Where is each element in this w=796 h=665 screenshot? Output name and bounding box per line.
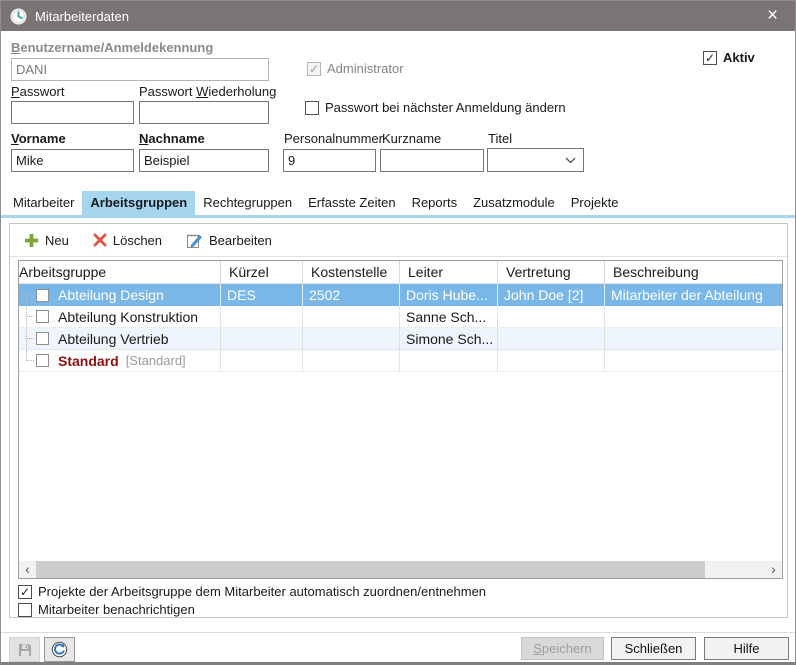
hilfe-button[interactable]: Hilfe [704,637,789,660]
tab-rechtegruppen[interactable]: Rechtegruppen [195,191,300,215]
tree-connector [19,350,34,371]
passwort-input[interactable] [11,101,134,124]
neu-button[interactable]: Neu [24,233,69,248]
scrollbar-thumb[interactable] [36,561,705,578]
tree-connector [19,328,34,349]
tab-arbeitsgruppen[interactable]: Arbeitsgruppen [82,191,195,215]
column-header-arbeitsgruppe[interactable]: Arbeitsgruppe [19,261,221,283]
tab-erfasste-zeiten[interactable]: Erfasste Zeiten [300,191,403,215]
active-tab-strip [1,215,796,218]
close-button[interactable]: × [750,1,795,31]
username-input[interactable] [11,58,269,81]
title-bar: Mitarbeiterdaten × [1,1,795,31]
scroll-left-arrow-icon[interactable]: ‹ [19,561,36,578]
row-checkbox[interactable] [36,310,49,323]
tree-connector [19,284,34,306]
row-checkbox[interactable] [36,332,49,345]
loeschen-button[interactable]: Löschen [93,233,162,248]
bearbeiten-button[interactable]: Bearbeiten [186,232,272,249]
personalnummer-input[interactable] [283,149,376,172]
passwort-wiederholung-label: Passwort Wiederholung [139,84,276,99]
arbeitsgruppen-table: Arbeitsgruppe Kürzel Kostenstelle Leiter… [18,260,783,579]
close-icon: × [767,5,778,27]
schliessen-button[interactable]: Schließen [611,637,696,660]
table-toolbar: Neu Löschen Bearbeiten [10,224,787,257]
table-empty-area [19,372,782,561]
row-checkbox[interactable] [36,354,49,367]
tab-zusatzmodule[interactable]: Zusatzmodule [465,191,563,215]
auto-assign-checkbox[interactable]: ✓ Projekte der Arbeitsgruppe dem Mitarbe… [18,584,486,599]
vorname-input[interactable] [11,149,134,172]
chevron-down-icon [565,157,576,164]
delete-x-icon [93,233,107,247]
administrator-checkbox: ✓ Administrator [307,61,404,76]
personalnummer-label: Personalnummer [284,131,383,146]
table-row[interactable]: Abteilung Vertrieb Simone Sch... [19,328,782,350]
aktiv-label: Aktiv [723,50,755,65]
tree-connector [19,306,34,327]
footer-divider [1,632,795,633]
mitarbeiterdaten-dialog: Mitarbeiterdaten × Benutzername/Anmeldek… [0,0,796,665]
aktiv-checkbox[interactable]: ✓ Aktiv [703,50,755,65]
column-header-beschreibung[interactable]: Beschreibung [605,261,782,283]
checkbox-check-icon: ✓ [307,62,321,76]
vorname-label: Vorname [11,131,66,146]
passwort-label: Passwort [11,84,64,99]
titel-select[interactable] [487,148,584,172]
table-row[interactable]: Abteilung Design DES 2502 Doris Hube... … [19,284,782,306]
save-icon-button[interactable] [9,637,40,662]
column-header-kostenstelle[interactable]: Kostenstelle [303,261,400,283]
circular-arrow-icon [51,641,68,658]
passwort-aendern-checkbox[interactable]: Passwort bei nächster Anmeldung ändern [305,100,566,115]
arbeitsgruppen-panel: Neu Löschen Bearbeiten Arbeitsgruppe [9,223,788,618]
tab-reports[interactable]: Reports [404,191,466,215]
nachname-input[interactable] [139,149,269,172]
tab-mitarbeiter[interactable]: Mitarbeiter [5,191,82,215]
checkbox-check-icon: ✓ [703,51,717,65]
clock-app-icon [10,8,27,25]
notify-checkbox[interactable]: Mitarbeiter benachrichtigen [18,602,195,617]
speichern-button[interactable]: Speichern [521,637,604,660]
scroll-right-arrow-icon[interactable]: › [765,561,782,578]
tab-projekte[interactable]: Projekte [563,191,627,215]
table-row[interactable]: Abteilung Konstruktion Sanne Sch... [19,306,782,328]
column-header-leiter[interactable]: Leiter [400,261,498,283]
column-header-kuerzel[interactable]: Kürzel [221,261,303,283]
checkbox-check-icon: ✓ [18,585,32,599]
standard-tag: [Standard] [126,353,186,368]
plus-icon [24,233,39,248]
nachname-label: Nachname [139,131,205,146]
passwort-wiederholung-input[interactable] [139,101,269,124]
passwort-aendern-label: Passwort bei nächster Anmeldung ändern [325,100,566,115]
titel-label: Titel [488,131,512,146]
horizontal-scrollbar[interactable]: ‹ › [19,561,782,578]
edit-icon [186,232,203,249]
window-title: Mitarbeiterdaten [35,9,129,24]
kurzname-input[interactable] [380,149,484,172]
row-checkbox[interactable] [36,289,49,302]
notify-label: Mitarbeiter benachrichtigen [38,602,195,617]
floppy-disk-icon [17,642,33,658]
kurzname-label: Kurzname [382,131,441,146]
table-header: Arbeitsgruppe Kürzel Kostenstelle Leiter… [19,261,782,284]
table-row[interactable]: Standard [Standard] [19,350,782,372]
switch-user-icon-button[interactable] [44,637,75,662]
auto-assign-label: Projekte der Arbeitsgruppe dem Mitarbeit… [38,584,486,599]
administrator-label: Administrator [327,61,404,76]
username-label: Benutzername/Anmeldekennung [11,40,213,55]
column-header-vertretung[interactable]: Vertretung [498,261,605,283]
tab-bar: Mitarbeiter Arbeitsgruppen Rechtegruppen… [5,191,626,215]
